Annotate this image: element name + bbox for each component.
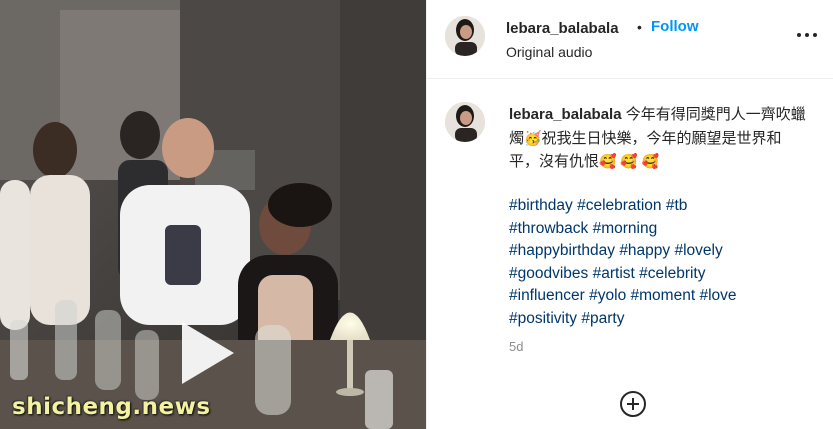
hashtag-link[interactable]: #happybirthday xyxy=(509,242,615,259)
post-header: lebara_balabala • Follow Original audio xyxy=(427,0,833,79)
caption-emoji-2: 🥰 🥰 🥰 xyxy=(599,153,660,169)
hashtag-line: #influencer #yolo #moment #love xyxy=(509,285,809,308)
hashtag-link[interactable]: #love xyxy=(699,287,736,304)
hashtag-list: #birthday #celebration #tb #throwback #m… xyxy=(509,195,809,331)
hashtag-link[interactable]: #tb xyxy=(666,197,688,214)
hashtag-line: #goodvibes #artist #celebrity xyxy=(509,263,809,286)
caption-username[interactable]: lebara_balabala xyxy=(509,106,622,123)
hashtag-line: #birthday #celebration #tb xyxy=(509,195,809,218)
audio-label[interactable]: Original audio xyxy=(506,44,592,60)
hashtag-link[interactable]: #throwback xyxy=(509,220,588,237)
username-link[interactable]: lebara_balabala xyxy=(506,20,619,37)
hashtag-link[interactable]: #celebrity xyxy=(639,265,705,282)
hashtag-link[interactable]: #yolo xyxy=(589,287,626,304)
hashtag-link[interactable]: #happy xyxy=(619,242,670,259)
hashtag-link[interactable]: #party xyxy=(581,310,624,327)
watermark: shicheng.news xyxy=(12,394,211,420)
hashtag-link[interactable]: #influencer xyxy=(509,287,585,304)
post-media-video[interactable]: shicheng.news xyxy=(0,0,426,429)
hashtag-line: #throwback #morning xyxy=(509,218,809,241)
hashtag-link[interactable]: #artist xyxy=(593,265,635,282)
post-details-panel: lebara_balabala • Follow Original audio … xyxy=(426,0,833,429)
hashtag-line: #happybirthday #happy #lovely xyxy=(509,240,809,263)
post-timestamp[interactable]: 5d xyxy=(509,339,523,354)
post-caption: lebara_balabala 今年有得同獎門人一齊吹蠟燭🥳祝我生日快樂，今年的… xyxy=(509,104,809,174)
hashtag-link[interactable]: #morning xyxy=(593,220,658,237)
avatar[interactable] xyxy=(445,16,485,56)
hashtag-link[interactable]: #celebration xyxy=(577,197,661,214)
caption-emoji-1: 🥳 xyxy=(524,129,542,146)
hashtag-line: #positivity #party xyxy=(509,308,809,331)
hashtag-link[interactable]: #lovely xyxy=(674,242,722,259)
add-circle-icon[interactable] xyxy=(619,390,647,418)
hashtag-link[interactable]: #goodvibes xyxy=(509,265,588,282)
hashtag-link[interactable]: #moment xyxy=(631,287,696,304)
hashtag-link[interactable]: #birthday xyxy=(509,197,573,214)
separator-dot: • xyxy=(637,19,642,35)
more-options-icon[interactable] xyxy=(795,26,819,46)
hashtag-link[interactable]: #positivity xyxy=(509,310,577,327)
follow-button[interactable]: Follow xyxy=(651,18,699,35)
play-icon[interactable] xyxy=(178,318,238,388)
caption-avatar[interactable] xyxy=(445,102,485,142)
